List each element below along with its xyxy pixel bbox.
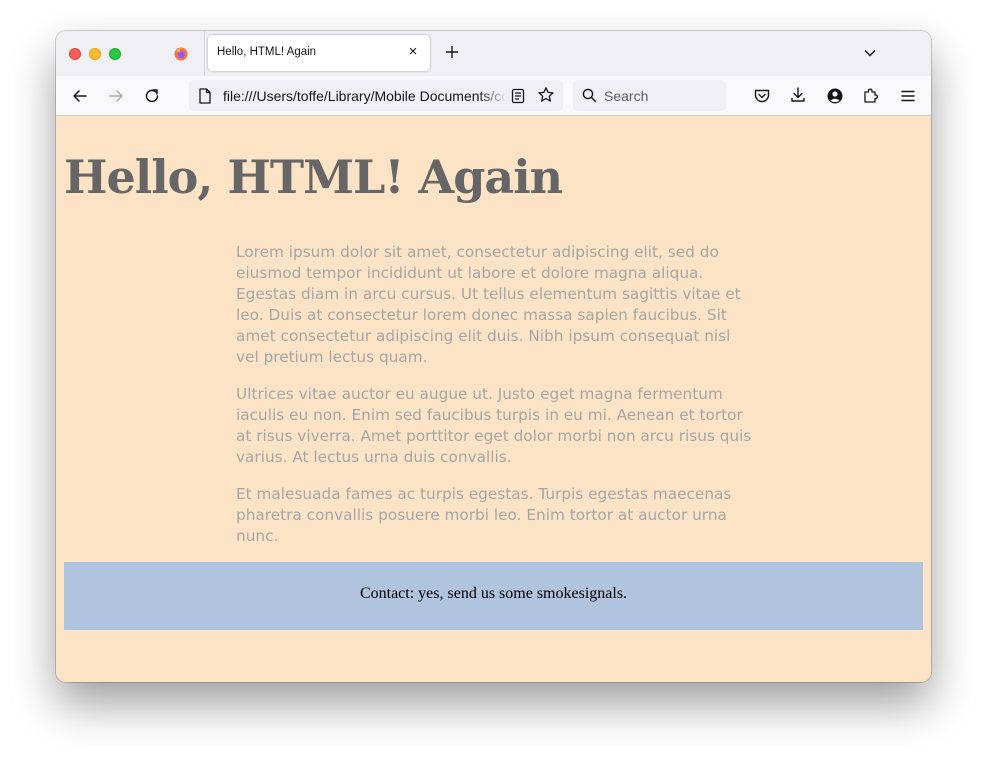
menu-hamburger-icon[interactable] bbox=[899, 87, 917, 105]
reader-view-icon[interactable] bbox=[511, 88, 525, 104]
tab-close-icon[interactable]: × bbox=[405, 44, 421, 60]
tab-separator bbox=[204, 31, 205, 76]
forward-arrow-icon[interactable] bbox=[107, 87, 125, 105]
paragraph-2: Ultrices vitae auctor eu augue ut. Justo… bbox=[236, 385, 752, 466]
pocket-icon[interactable] bbox=[753, 87, 771, 105]
tab-title: Hello, HTML! Again bbox=[217, 46, 317, 58]
tab-strip: Hello, HTML! Again × bbox=[56, 31, 931, 76]
paragraph-3: Et malesuada fames ac turpis egestas. Tu… bbox=[236, 485, 732, 545]
tab-active[interactable]: Hello, HTML! Again × bbox=[208, 35, 430, 71]
page-heading: Hello, HTML! Again bbox=[64, 150, 563, 204]
account-icon[interactable] bbox=[826, 87, 844, 105]
url-fade bbox=[479, 84, 507, 107]
search-box[interactable]: Search bbox=[573, 80, 726, 111]
back-arrow-icon[interactable] bbox=[71, 87, 89, 105]
extensions-puzzle-icon[interactable] bbox=[862, 86, 880, 104]
page-footer: Contact: yes, send us some smokesignals. bbox=[64, 562, 923, 630]
list-all-tabs-chevron-icon[interactable] bbox=[863, 46, 877, 60]
reload-icon[interactable] bbox=[143, 87, 161, 105]
window-zoom-button[interactable] bbox=[109, 48, 121, 60]
paragraph-1: Lorem ipsum dolor sit amet, consectetur … bbox=[236, 243, 741, 366]
window-minimize-button[interactable] bbox=[89, 48, 101, 60]
browser-window: Hello, HTML! Again × file:///Users/toffe… bbox=[56, 31, 931, 682]
window-close-button[interactable] bbox=[69, 48, 81, 60]
page-viewport: Hello, HTML! Again Lorem ipsum dolor sit… bbox=[56, 116, 931, 682]
downloads-icon[interactable] bbox=[789, 86, 807, 104]
new-tab-plus-icon[interactable] bbox=[443, 43, 461, 61]
search-placeholder: Search bbox=[604, 88, 649, 104]
search-icon bbox=[582, 88, 597, 103]
url-text[interactable]: file:///Users/toffe/Library/Mobile Docum… bbox=[223, 88, 505, 104]
navigation-toolbar: file:///Users/toffe/Library/Mobile Docum… bbox=[56, 76, 931, 116]
article-body: Lorem ipsum dolor sit amet, consectetur … bbox=[236, 242, 754, 563]
url-bar[interactable]: file:///Users/toffe/Library/Mobile Docum… bbox=[189, 80, 563, 111]
bookmark-star-icon[interactable] bbox=[537, 86, 555, 104]
page-document-icon[interactable] bbox=[198, 88, 212, 104]
footer-contact-text: Contact: yes, send us some smokesignals. bbox=[359, 585, 628, 602]
firefox-view-icon[interactable] bbox=[174, 47, 188, 61]
